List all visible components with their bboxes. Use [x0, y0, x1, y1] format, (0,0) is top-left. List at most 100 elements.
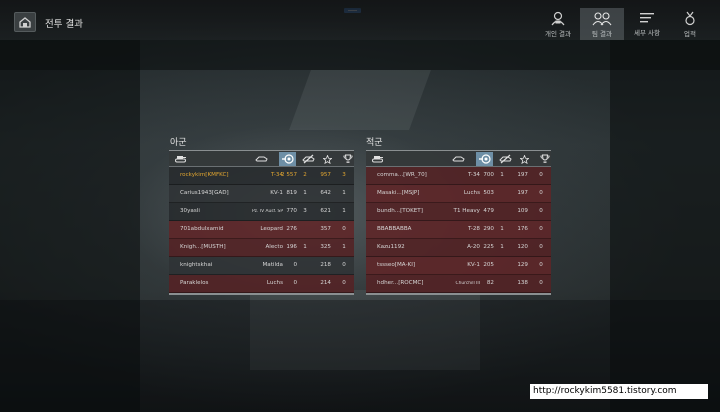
enemy-player-row[interactable]: BBABBABBA T-28 290 1 176 0	[366, 221, 551, 239]
damage-value: 82	[486, 280, 494, 286]
ally-sort-kills-icon[interactable]	[300, 152, 317, 166]
page-title: 전투 결과	[45, 19, 83, 30]
enemy-team-table: comma...[WR_70] T-34 700 1 197 0 Masaki...[MSJ…	[366, 150, 551, 295]
ally-player-row[interactable]: 30yasli Pz. IV Ausf. SP 770 3 621 1	[169, 203, 354, 221]
score-value: 0	[539, 172, 543, 178]
enemy-team-title: 적군	[366, 138, 383, 148]
score-value: 0	[539, 190, 543, 196]
ally-player-row[interactable]: Paraklelos Luchs 0 214 0	[169, 275, 354, 293]
enemy-player-row[interactable]: comma...[WR_70] T-34 700 1 197 0	[366, 167, 551, 185]
vehicle-name: Matilda	[262, 262, 283, 268]
team-result-icon	[592, 12, 612, 26]
vehicle-name: T1 Heavy	[453, 208, 480, 214]
tank-icon	[372, 155, 383, 164]
medal-icon	[685, 11, 695, 26]
tab-personal-result[interactable]: 개인 결과	[536, 8, 580, 40]
vehicle-name: KV-1	[270, 190, 283, 196]
xp-value: 197	[517, 172, 528, 178]
enemy-player-row[interactable]: hdher...[ROCMC] Churchill III 82 138 0	[366, 275, 551, 293]
vehicle-name: Churchill III	[455, 281, 480, 286]
details-list-icon	[640, 13, 654, 23]
kills-value: 1	[500, 226, 504, 232]
score-value: 0	[539, 208, 543, 214]
trophy-icon	[539, 154, 550, 164]
damage-icon	[281, 154, 294, 164]
enemy-sort-tank-icon[interactable]	[369, 152, 386, 166]
kills-value: 1	[303, 190, 307, 196]
vehicle-name: Pz. IV Ausf. SP	[252, 209, 283, 214]
enemy-table-body: comma...[WR_70] T-34 700 1 197 0 Masaki...[MSJ…	[366, 167, 551, 293]
xp-value: 642	[320, 190, 331, 196]
enemy-player-row[interactable]: Masaki...[MSJP] Luchs 503 197 0	[366, 185, 551, 203]
xp-value: 129	[517, 262, 528, 268]
enemy-player-row[interactable]: tssseo[MA-KI] KV-1 205 129 0	[366, 257, 551, 275]
tab-team-result[interactable]: 팀 결과	[580, 8, 624, 40]
tab-details[interactable]: 세부 사항	[625, 8, 669, 40]
kills-value: 1	[500, 172, 504, 178]
score-value: 1	[342, 244, 346, 250]
damage-value: 225	[483, 244, 494, 250]
kills-icon	[499, 154, 512, 164]
tab-details-label: 세부 사항	[634, 29, 660, 37]
ally-player-row[interactable]: 701abdulxamid Leopard 276 357 0	[169, 221, 354, 239]
enemy-sort-trophy-icon[interactable]	[536, 152, 553, 166]
score-value: 0	[539, 280, 543, 286]
kills-value: 1	[500, 244, 504, 250]
hangar-icon	[19, 16, 31, 28]
enemy-sort-kills-icon[interactable]	[497, 152, 514, 166]
star-icon	[323, 154, 332, 164]
vehicle-type-icon	[255, 155, 268, 163]
damage-value: 205	[483, 262, 494, 268]
xp-value: 109	[517, 208, 528, 214]
ally-team-table: rockykim[KMFKC] T-34 2 557 2 957 3 Carius1943[…	[169, 150, 354, 295]
score-value: 0	[342, 280, 346, 286]
xp-value: 197	[517, 190, 528, 196]
xp-value: 957	[320, 172, 331, 178]
score-value: 0	[539, 262, 543, 268]
tank-icon	[175, 155, 186, 164]
damage-value: 2 557	[280, 172, 297, 178]
ally-player-row[interactable]: rockykim[KMFKC] T-34 2 557 2 957 3	[169, 167, 354, 185]
ally-table-footer-line	[169, 293, 354, 295]
damage-value: 479	[483, 208, 494, 214]
tab-team-result-label: 팀 결과	[591, 30, 612, 38]
vehicle-name: Luchs	[463, 190, 480, 196]
enemy-sort-damage-icon[interactable]	[476, 152, 493, 166]
damage-value: 0	[293, 280, 297, 286]
kills-icon	[302, 154, 315, 164]
tab-achievements[interactable]: 업적	[668, 8, 712, 40]
enemy-sort-vehicle-type-icon[interactable]	[450, 152, 467, 166]
kills-value: 1	[303, 244, 307, 250]
ally-player-row[interactable]: Carius1943[GAD] KV-1 819 1 642 1	[169, 185, 354, 203]
ally-sort-trophy-icon[interactable]	[339, 152, 356, 166]
ally-sort-vehicle-type-icon[interactable]	[253, 152, 270, 166]
home-button[interactable]	[14, 12, 36, 32]
enemy-player-row[interactable]: bundh...[TOKET] T1 Heavy 479 109 0	[366, 203, 551, 221]
ally-player-row[interactable]: knightskhai Matilda 0 218 0	[169, 257, 354, 275]
xp-value: 325	[320, 244, 331, 250]
damage-value: 819	[286, 190, 297, 196]
vehicle-name: A-20	[467, 244, 480, 250]
enemy-player-row[interactable]: Kazu1192 A-20 225 1 120 0	[366, 239, 551, 257]
vehicle-name: KV-1	[467, 262, 480, 268]
vehicle-name: T-34	[467, 172, 480, 178]
vehicle-name: Luchs	[266, 280, 283, 286]
vehicle-name: Leopard	[260, 226, 283, 232]
damage-icon	[478, 154, 491, 164]
ally-table-body: rockykim[KMFKC] T-34 2 557 2 957 3 Carius1943[…	[169, 167, 354, 293]
xp-value: 176	[517, 226, 528, 232]
xp-value: 218	[320, 262, 331, 268]
enemy-sort-star-icon[interactable]	[516, 152, 533, 166]
ally-sort-star-icon[interactable]	[319, 152, 336, 166]
kills-value: 2	[303, 172, 307, 178]
vehicle-name: Alecto	[265, 244, 283, 250]
damage-value: 0	[293, 262, 297, 268]
score-value: 0	[539, 244, 543, 250]
star-icon	[520, 154, 529, 164]
ally-sort-damage-icon[interactable]	[279, 152, 296, 166]
ally-player-row[interactable]: Knigh...[MUSTH] Alecto 196 1 325 1	[169, 239, 354, 257]
score-value: 0	[342, 262, 346, 268]
kills-value: 3	[303, 208, 307, 214]
ally-sort-tank-icon[interactable]	[172, 152, 189, 166]
xp-value: 120	[517, 244, 528, 250]
